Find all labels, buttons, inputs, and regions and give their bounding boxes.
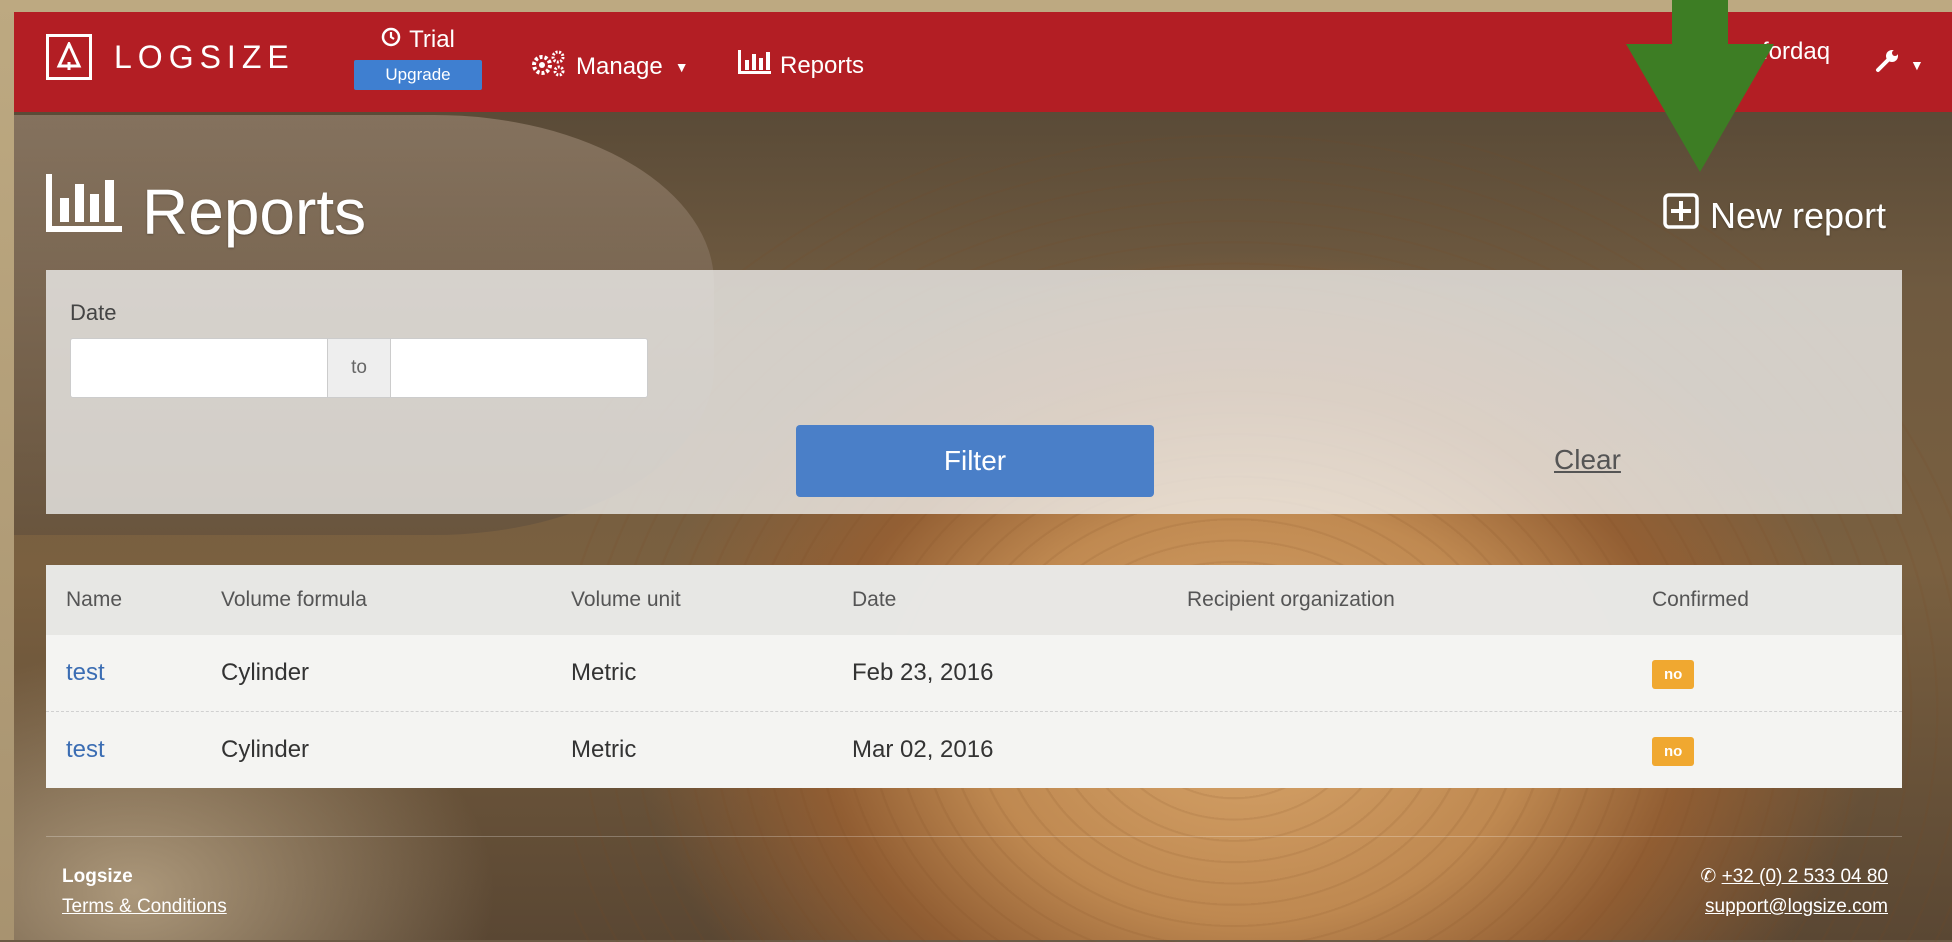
row-date: Mar 02, 2016 — [852, 736, 994, 763]
bar-chart-icon — [44, 172, 124, 251]
page-title-text: Reports — [142, 175, 367, 248]
status-badge: no — [1652, 736, 1695, 766]
trial-label: Trial — [409, 26, 455, 53]
row-name-link[interactable]: test — [46, 736, 221, 764]
table-row[interactable]: test Cylinder Metric Feb 23, 2016 no — [46, 635, 1902, 712]
date-to-addon: to — [328, 338, 390, 398]
green-arrow-annotation — [1620, 0, 1780, 183]
upgrade-button[interactable]: Upgrade — [354, 60, 482, 90]
row-volume-unit: Metric — [571, 736, 637, 763]
row-confirmed: no — [1652, 658, 1902, 689]
col-recipient-organization[interactable]: Recipient organization — [1187, 588, 1652, 612]
report-link[interactable]: test — [66, 659, 105, 686]
phone-link[interactable]: +32 (0) 2 533 04 80 — [1722, 866, 1888, 887]
row-volume-formula: Cylinder — [221, 659, 310, 686]
footer-phone-row: ✆ +32 (0) 2 533 04 80 — [1700, 862, 1888, 892]
col-volume-formula[interactable]: Volume formula — [221, 588, 571, 612]
nav-reports[interactable]: Reports — [736, 48, 864, 83]
filter-panel: Date to Filter Clear — [46, 270, 1902, 514]
footer-divider — [46, 836, 1902, 837]
chevron-down-icon: ▼ — [1910, 56, 1924, 73]
status-badge: no — [1652, 659, 1695, 689]
nav-reports-label: Reports — [780, 51, 865, 79]
tools-menu[interactable]: ▼ — [1874, 48, 1924, 81]
trial-status: Trial Upgrade — [354, 26, 482, 90]
chevron-down-icon: ▼ — [674, 58, 689, 75]
row-name-link[interactable]: test — [46, 659, 221, 687]
nav-manage[interactable]: Manage ▼ — [530, 48, 689, 85]
new-report-label: New report — [1710, 194, 1887, 236]
col-name[interactable]: Name — [46, 588, 221, 612]
logo-tree-icon — [46, 34, 92, 80]
brand[interactable]: LOGSIZE — [46, 34, 295, 80]
table-row[interactable]: test Cylinder Metric Mar 02, 2016 no — [46, 712, 1902, 788]
reports-table: Name Volume formula Volume unit Date Rec… — [46, 565, 1902, 788]
footer-right: ✆ +32 (0) 2 533 04 80 support@logsize.co… — [1700, 862, 1888, 922]
report-link[interactable]: test — [66, 736, 105, 763]
plus-square-icon — [1662, 192, 1700, 239]
brand-name: LOGSIZE — [114, 38, 295, 75]
bar-chart-icon — [736, 48, 772, 83]
date-to-input[interactable] — [390, 338, 648, 398]
clear-link[interactable]: Clear — [1554, 444, 1621, 476]
email-link[interactable]: support@logsize.com — [1700, 892, 1888, 922]
terms-link[interactable]: Terms & Conditions — [62, 892, 227, 922]
date-from-input[interactable] — [70, 338, 328, 398]
row-confirmed: no — [1652, 735, 1902, 766]
page-title: Reports — [44, 172, 366, 251]
wrench-icon — [1874, 48, 1900, 81]
nav-manage-label: Manage — [576, 52, 663, 80]
clock-icon — [381, 26, 401, 54]
row-date: Feb 23, 2016 — [852, 659, 994, 686]
footer-left: Logsize Terms & Conditions — [62, 862, 227, 922]
trial-label-row: Trial — [354, 26, 482, 54]
row-volume-unit: Metric — [571, 659, 637, 686]
footer-company: Logsize — [62, 866, 133, 887]
date-label: Date — [70, 300, 117, 325]
table-header: Name Volume formula Volume unit Date Rec… — [46, 565, 1902, 635]
date-range: to — [70, 338, 648, 398]
col-date[interactable]: Date — [852, 588, 1187, 612]
filter-button[interactable]: Filter — [796, 425, 1154, 497]
row-volume-formula: Cylinder — [221, 736, 310, 763]
new-report-button[interactable]: New report — [1662, 192, 1886, 239]
gears-icon — [530, 48, 568, 85]
col-volume-unit[interactable]: Volume unit — [571, 588, 852, 612]
phone-icon: ✆ — [1700, 866, 1717, 887]
col-confirmed[interactable]: Confirmed — [1652, 588, 1902, 612]
